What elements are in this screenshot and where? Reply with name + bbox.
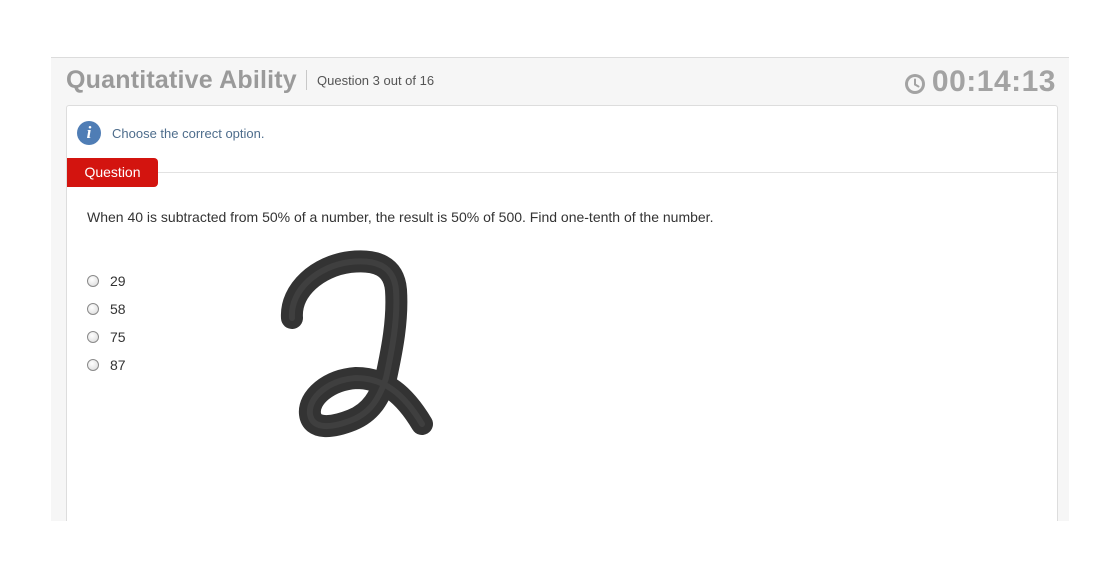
panel-divider [67,172,1057,173]
option-2-radio[interactable] [87,303,99,315]
question-counter: Question 3 out of 16 [317,73,435,88]
option-1-radio[interactable] [87,275,99,287]
option-3-label: 75 [110,329,126,345]
answer-options: 29 58 75 87 [87,267,126,379]
option-3-radio[interactable] [87,331,99,343]
option-4[interactable]: 87 [87,351,126,379]
option-1[interactable]: 29 [87,267,126,295]
quiz-window: Quantitative Ability Question 3 out of 1… [51,57,1069,521]
option-3[interactable]: 75 [87,323,126,351]
instruction-row: i Choose the correct option. [77,121,264,145]
timer-value: 00:14:13 [931,65,1056,98]
quiz-header: Quantitative Ability Question 3 out of 1… [51,58,1069,104]
countdown-timer: 00:14:13 [904,65,1056,99]
instruction-text: Choose the correct option. [112,125,265,141]
question-panel: i Choose the correct option. Question Wh… [66,105,1058,521]
title-divider [306,70,307,90]
question-tab: Question [67,158,158,187]
section-title: Quantitative Ability [66,66,297,94]
option-1-label: 29 [110,273,126,289]
clock-icon [904,74,925,94]
option-2-label: 58 [110,301,126,317]
info-icon: i [77,121,101,145]
question-text: When 40 is subtracted from 50% of a numb… [87,209,714,225]
quiz-screen: Quantitative Ability Question 3 out of 1… [0,0,1119,570]
option-4-label: 87 [110,357,126,373]
option-2[interactable]: 58 [87,295,126,323]
option-4-radio[interactable] [87,359,99,371]
